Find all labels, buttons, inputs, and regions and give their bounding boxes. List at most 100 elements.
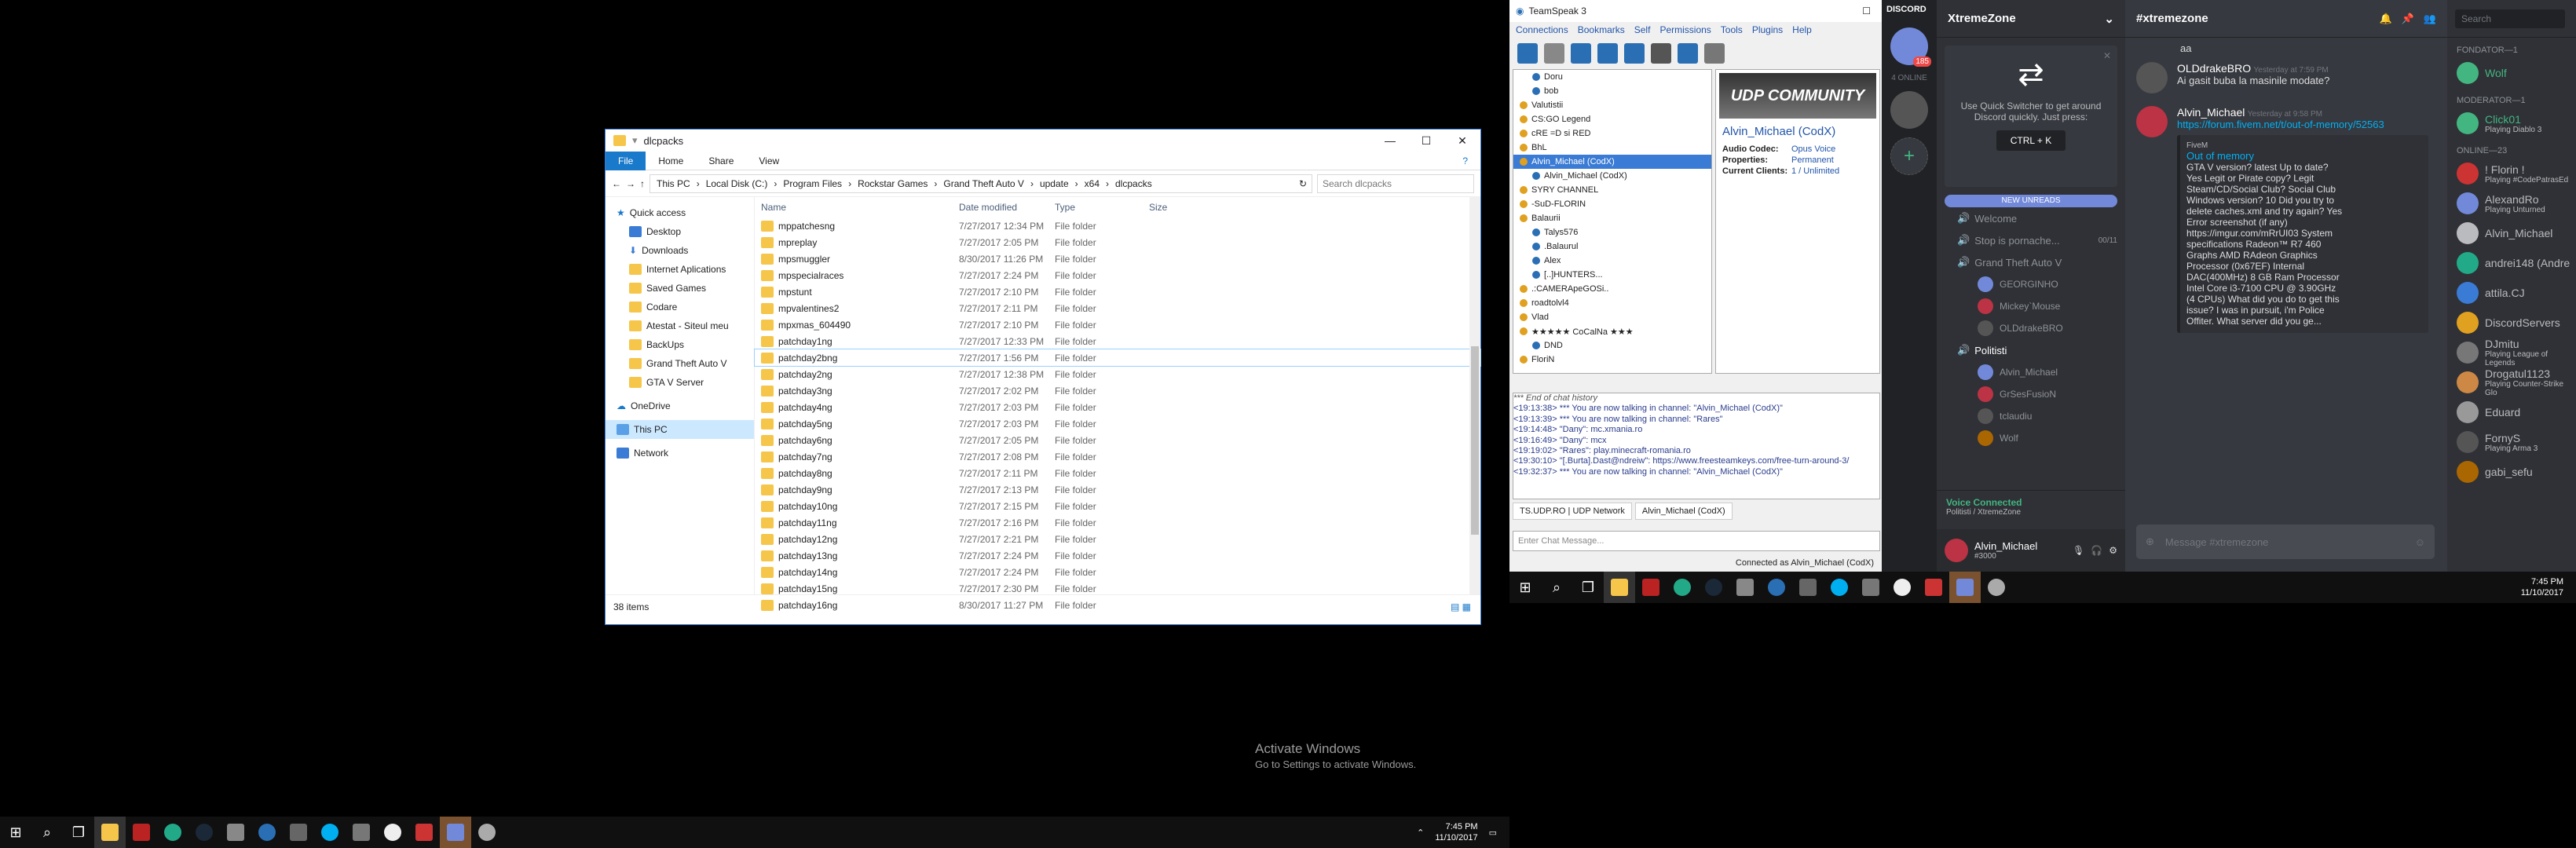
voice-user[interactable]: Alvin_Michael bbox=[1937, 361, 2125, 383]
message-author[interactable]: Alvin_Michael bbox=[2177, 106, 2245, 119]
message-author[interactable]: OLDdrakeBRO bbox=[2177, 62, 2251, 75]
new-unreads-bar[interactable]: NEW UNREADS bbox=[1945, 195, 2117, 207]
ts-chat-input[interactable]: Enter Chat Message... bbox=[1513, 531, 1880, 551]
ts-titlebar[interactable]: ◉ TeamSpeak 3 ☐ bbox=[1509, 0, 1882, 22]
file-row[interactable]: patchday3ng 7/27/2017 2:02 PM File folder bbox=[755, 382, 1480, 399]
app-icon[interactable] bbox=[283, 817, 314, 848]
quick-access-toolbar-icon[interactable]: ▾ bbox=[632, 134, 638, 147]
settings-icon[interactable] bbox=[1704, 43, 1725, 64]
ts-tree-item[interactable]: Alex bbox=[1513, 254, 1711, 268]
server-header[interactable]: XtremeZone ⌄ bbox=[1937, 0, 2125, 38]
member-item[interactable]: Eduard bbox=[2447, 397, 2576, 427]
member-item[interactable]: AlexandRo Playing Unturned bbox=[2447, 188, 2576, 218]
bookmark-icon[interactable] bbox=[1651, 43, 1671, 64]
steam-icon[interactable] bbox=[1698, 572, 1729, 603]
mic-mute-icon[interactable] bbox=[1597, 43, 1618, 64]
breadcrumb-item[interactable]: This PC bbox=[657, 178, 690, 189]
file-row[interactable]: patchday1ng 7/27/2017 12:33 PM File folder bbox=[755, 333, 1480, 349]
channel-welcome[interactable]: 🔊 Welcome bbox=[1937, 207, 2125, 229]
column-size[interactable]: Size bbox=[1149, 202, 1212, 213]
notifications-icon[interactable]: ▭ bbox=[1489, 828, 1497, 838]
voice-user[interactable]: Wolf bbox=[1937, 427, 2125, 449]
menu-plugins[interactable]: Plugins bbox=[1752, 24, 1783, 35]
column-name[interactable]: Name bbox=[755, 202, 959, 213]
breadcrumb-item[interactable]: dlcpacks bbox=[1115, 178, 1152, 189]
vertical-scrollbar[interactable] bbox=[1469, 197, 1480, 594]
task-view-icon[interactable]: ❐ bbox=[63, 817, 94, 848]
steam-icon[interactable] bbox=[188, 817, 220, 848]
headphones-icon[interactable]: 🎧 bbox=[2091, 545, 2102, 556]
ts-tree-item[interactable]: Alvin_Michael (CodX) bbox=[1513, 155, 1711, 169]
member-item[interactable]: gabi_sefu bbox=[2447, 457, 2576, 487]
app-icon[interactable] bbox=[1918, 572, 1949, 603]
maximize-button[interactable]: ☐ bbox=[1408, 130, 1444, 152]
skype-icon[interactable] bbox=[314, 817, 346, 848]
app-icon[interactable] bbox=[1981, 572, 2012, 603]
nav-onedrive[interactable]: ☁ OneDrive bbox=[606, 397, 754, 415]
ts-tree-item[interactable]: DND bbox=[1513, 338, 1711, 353]
menu-self[interactable]: Self bbox=[1634, 24, 1651, 35]
chrome-icon[interactable] bbox=[157, 817, 188, 848]
ts-tree-item[interactable]: FloriN bbox=[1513, 353, 1711, 367]
breadcrumb-item[interactable]: update bbox=[1040, 178, 1069, 189]
search-input[interactable]: Search dlcpacks bbox=[1317, 174, 1474, 193]
emoji-icon[interactable]: ☺ bbox=[2415, 536, 2425, 548]
away-icon[interactable] bbox=[1571, 43, 1591, 64]
up-arrow-icon[interactable]: ↑ bbox=[640, 178, 645, 189]
address-bar[interactable]: This PC › Local Disk (C:) › Program Files ›… bbox=[649, 174, 1312, 193]
channel-gta[interactable]: 🔊 Grand Theft Auto V bbox=[1937, 251, 2125, 273]
menu-help[interactable]: Help bbox=[1792, 24, 1812, 35]
file-row[interactable]: patchday12ng 7/27/2017 2:21 PM File folder bbox=[755, 531, 1480, 547]
gear-icon[interactable]: ⚙ bbox=[2109, 545, 2117, 556]
menu-tools[interactable]: Tools bbox=[1721, 24, 1743, 35]
tab-share[interactable]: Share bbox=[696, 152, 746, 170]
file-row[interactable]: patchday15ng 7/27/2017 2:30 PM File folder bbox=[755, 580, 1480, 597]
tab-channel[interactable]: Alvin_Michael (CodX) bbox=[1634, 503, 1733, 520]
nav-internet-aplications[interactable]: Internet Aplications bbox=[606, 260, 754, 279]
tab-home[interactable]: Home bbox=[646, 152, 696, 170]
skype-icon[interactable] bbox=[1824, 572, 1855, 603]
ts-tree-item[interactable]: [..]HUNTERS... bbox=[1513, 268, 1711, 282]
file-row[interactable]: mpreplay 7/27/2017 2:05 PM File folder bbox=[755, 234, 1480, 250]
menu-permissions[interactable]: Permissions bbox=[1659, 24, 1711, 35]
nav-this-pc[interactable]: This PC bbox=[606, 420, 754, 439]
nav-gtav-server[interactable]: GTA V Server bbox=[606, 373, 754, 392]
breadcrumb-item[interactable]: Rockstar Games bbox=[858, 178, 928, 189]
add-server-icon[interactable]: + bbox=[1890, 137, 1928, 175]
ts-tree-item[interactable]: Vlad bbox=[1513, 310, 1711, 324]
file-row[interactable]: patchday7ng 7/27/2017 2:08 PM File folder bbox=[755, 448, 1480, 465]
member-item[interactable]: Drogatul1123 Playing Counter-Strike Glo bbox=[2447, 367, 2576, 397]
breadcrumb-item[interactable]: Grand Theft Auto V bbox=[943, 178, 1024, 189]
search-icon[interactable]: ⌕ bbox=[1541, 572, 1572, 603]
members-icon[interactable]: 👥 bbox=[2424, 13, 2436, 25]
voice-user[interactable]: GrSesFusioN bbox=[1937, 383, 2125, 405]
member-item[interactable]: FornyS Playing Arma 3 bbox=[2447, 427, 2576, 457]
ts-tree-item[interactable]: Talys576 bbox=[1513, 225, 1711, 239]
scrollbar-thumb[interactable] bbox=[1471, 346, 1479, 535]
ts-tree-item[interactable]: ★★★★★ CoCalNa ★★★ bbox=[1513, 324, 1711, 338]
tab-view[interactable]: View bbox=[746, 152, 792, 170]
voice-user[interactable]: tclaudiu bbox=[1937, 405, 2125, 427]
start-icon[interactable]: ⊞ bbox=[1509, 572, 1541, 603]
taskbar-clock[interactable]: 7:45 PM 11/10/2017 bbox=[2521, 576, 2563, 598]
filezilla-icon[interactable] bbox=[126, 817, 157, 848]
file-row[interactable]: mpxmas_604490 7/27/2017 2:10 PM File folde… bbox=[755, 316, 1480, 333]
embed-title[interactable]: Out of memory bbox=[2186, 150, 2422, 162]
nav-desktop[interactable]: Desktop bbox=[606, 222, 754, 241]
close-icon[interactable]: ✕ bbox=[2103, 50, 2111, 61]
file-row[interactable]: patchday16ng 8/30/2017 11:27 PM File folde… bbox=[755, 597, 1480, 613]
file-row[interactable]: patchday4ng 7/27/2017 2:03 PM File folder bbox=[755, 399, 1480, 415]
ts-tree-item[interactable]: cRE =D si RED bbox=[1513, 126, 1711, 141]
member-item[interactable]: Alvin_Michael bbox=[2447, 218, 2576, 248]
minimize-button[interactable]: — bbox=[1372, 130, 1408, 152]
column-date[interactable]: Date modified bbox=[959, 202, 1055, 213]
server-avatar[interactable] bbox=[1890, 91, 1928, 129]
pin-icon[interactable]: 📌 bbox=[2402, 13, 2414, 25]
ts-tree-item[interactable]: .Balaurul bbox=[1513, 239, 1711, 254]
nav-backups[interactable]: BackUps bbox=[606, 335, 754, 354]
file-row[interactable]: patchday2ng 7/27/2017 12:38 PM File folder bbox=[755, 366, 1480, 382]
unreal-icon[interactable] bbox=[1886, 572, 1918, 603]
breadcrumb-item[interactable]: Program Files bbox=[783, 178, 842, 189]
file-row[interactable]: mppatchesng 7/27/2017 12:34 PM File folder bbox=[755, 217, 1480, 234]
ts-tree-item[interactable]: -SuD-FLORIN bbox=[1513, 197, 1711, 211]
